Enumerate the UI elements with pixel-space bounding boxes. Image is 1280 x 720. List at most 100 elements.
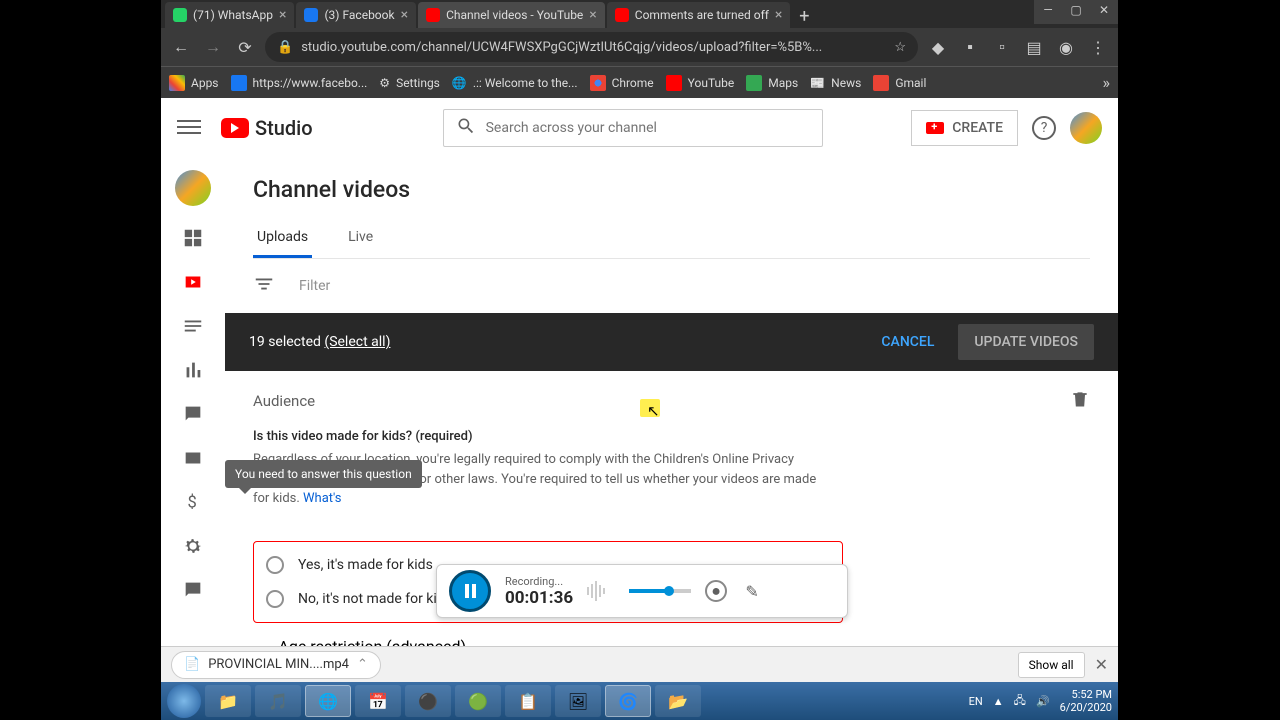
language-indicator[interactable]: EN (969, 695, 983, 708)
browser-tab-youtube-studio[interactable]: Channel videos - YouTube × (418, 2, 605, 28)
address-bar[interactable]: 🔒 studio.youtube.com/channel/UCW4FWSXPgG… (265, 32, 918, 62)
sidebar-dashboard[interactable] (181, 226, 205, 250)
minimize-button[interactable]: — (1034, 0, 1062, 20)
new-tab-button[interactable]: + (792, 4, 816, 28)
annotate-button[interactable]: ✎ (741, 580, 763, 602)
sidebar-settings[interactable] (181, 534, 205, 558)
news-icon: 📰 (810, 76, 825, 90)
sidebar-playlists[interactable] (181, 314, 205, 338)
search-input[interactable] (486, 120, 810, 136)
bookmark-facebook[interactable]: https://www.facebo... (231, 75, 368, 91)
sidebar-comments[interactable] (181, 402, 205, 426)
filter-input[interactable]: Filter (299, 278, 330, 294)
bookmark-chrome[interactable]: Chrome (590, 75, 654, 91)
tab-title: (3) Facebook (324, 8, 394, 22)
account-avatar[interactable] (1070, 112, 1102, 144)
tab-uploads[interactable]: Uploads (253, 219, 312, 258)
filter-icon[interactable] (253, 273, 275, 299)
search-box[interactable] (443, 109, 823, 147)
age-restriction-toggle[interactable]: ⌄ Age restriction (advanced) (253, 623, 1090, 647)
webcam-toggle[interactable]: ● (705, 580, 727, 602)
bookmark-welcome[interactable]: 🌐.:: Welcome to the... (452, 76, 578, 90)
extension-icon[interactable]: ◆ (926, 35, 950, 59)
show-all-button[interactable]: Show all (1018, 652, 1085, 678)
sidebar: $ (161, 158, 225, 646)
network-icon[interactable]: 🖧 (1014, 692, 1026, 711)
close-tab-icon[interactable]: × (589, 7, 596, 23)
close-download-bar[interactable]: ✕ (1095, 655, 1108, 674)
volume-icon[interactable]: 🔊 (1036, 695, 1050, 708)
tray-icon[interactable]: ▲ (993, 695, 1004, 708)
taskbar-app[interactable]: 🖼 (555, 685, 601, 717)
help-button[interactable]: ? (1032, 116, 1056, 140)
create-button[interactable]: CREATE (911, 110, 1018, 146)
back-button[interactable]: ← (169, 35, 193, 59)
browser-tab-whatsapp[interactable]: (71) WhatsApp × (165, 2, 294, 28)
youtube-icon (426, 8, 440, 22)
extension-icon[interactable]: ▫ (990, 35, 1014, 59)
start-button[interactable] (167, 684, 201, 718)
browser-tab-comments[interactable]: Comments are turned off × (607, 2, 791, 28)
bookmarks-overflow[interactable]: » (1103, 73, 1111, 92)
taskbar-folder[interactable]: 📂 (655, 685, 701, 717)
close-window-button[interactable]: ✕ (1090, 0, 1118, 20)
sidebar-analytics[interactable] (181, 358, 205, 382)
bookmark-maps[interactable]: Maps (746, 75, 798, 91)
bookmark-settings[interactable]: ⚙Settings (379, 76, 440, 90)
update-videos-button[interactable]: UPDATE VIDEOS (958, 324, 1094, 360)
delete-icon[interactable] (1070, 389, 1090, 413)
select-all-link[interactable]: (Select all) (324, 334, 390, 350)
taskbar-calendar[interactable]: 📅 (355, 685, 401, 717)
taskbar-app[interactable]: 🟢 (455, 685, 501, 717)
bookmark-youtube[interactable]: YouTube (666, 75, 735, 91)
sidebar-monetization[interactable]: $ (181, 490, 205, 514)
profile-icon[interactable]: ◉ (1054, 35, 1078, 59)
extension-icon[interactable]: ▤ (1022, 35, 1046, 59)
download-item[interactable]: 📄 PROVINCIAL MIN....mp4 ⌃ (171, 651, 381, 679)
menu-icon[interactable]: ⋮ (1086, 35, 1110, 59)
create-icon (926, 122, 944, 134)
bookmark-gmail[interactable]: Gmail (873, 75, 926, 91)
bookmark-label: Settings (396, 76, 440, 90)
close-tab-icon[interactable]: × (279, 7, 286, 23)
taskbar-explorer[interactable]: 📁 (205, 685, 251, 717)
cancel-button[interactable]: CANCEL (881, 334, 934, 350)
hamburger-menu[interactable] (177, 116, 201, 140)
radio-icon (266, 590, 284, 608)
recording-timer: 00:01:36 (505, 588, 573, 608)
close-tab-icon[interactable]: × (775, 7, 782, 23)
validation-tooltip: You need to answer this question (225, 460, 422, 488)
audience-question: Is this video made for kids? (required) (253, 429, 1090, 444)
url-text: studio.youtube.com/channel/UCW4FWSXPgGCj… (301, 40, 886, 55)
taskbar-chrome[interactable]: 🌐 (305, 685, 351, 717)
clock[interactable]: 5:52 PM 6/20/2020 (1060, 688, 1112, 714)
pause-recording-button[interactable] (449, 570, 491, 612)
browser-nav-bar: ← → ⟳ 🔒 studio.youtube.com/channel/UCW4F… (161, 28, 1118, 66)
whats-link[interactable]: What's (303, 491, 342, 506)
chevron-up-icon[interactable]: ⌃ (357, 657, 368, 672)
sidebar-videos[interactable] (181, 270, 205, 294)
browser-tab-facebook[interactable]: (3) Facebook × (296, 2, 416, 28)
star-icon[interactable]: ☆ (894, 40, 906, 55)
studio-logo[interactable]: Studio (221, 116, 313, 140)
facebook-icon (304, 8, 318, 22)
taskbar-app[interactable]: 🎵 (255, 685, 301, 717)
extension-icon[interactable]: ▪ (958, 35, 982, 59)
channel-avatar[interactable] (175, 170, 211, 206)
taskbar-edge[interactable]: 🌀 (605, 685, 651, 717)
reload-button[interactable]: ⟳ (233, 35, 257, 59)
sidebar-feedback[interactable] (181, 578, 205, 602)
tab-title: Channel videos - YouTube (446, 8, 583, 22)
close-tab-icon[interactable]: × (401, 7, 408, 23)
taskbar-app[interactable]: 📋 (505, 685, 551, 717)
sidebar-subtitles[interactable] (181, 446, 205, 470)
bookmark-news[interactable]: 📰News (810, 76, 861, 90)
age-restriction-label: Age restriction (advanced) (278, 637, 466, 647)
taskbar-obs[interactable]: ⚫ (405, 685, 451, 717)
forward-button[interactable]: → (201, 35, 225, 59)
maximize-button[interactable]: ▢ (1062, 0, 1090, 20)
tab-live[interactable]: Live (344, 219, 377, 258)
bookmark-apps[interactable]: Apps (169, 75, 219, 91)
bookmark-label: Apps (191, 76, 219, 90)
volume-slider[interactable] (629, 589, 691, 593)
